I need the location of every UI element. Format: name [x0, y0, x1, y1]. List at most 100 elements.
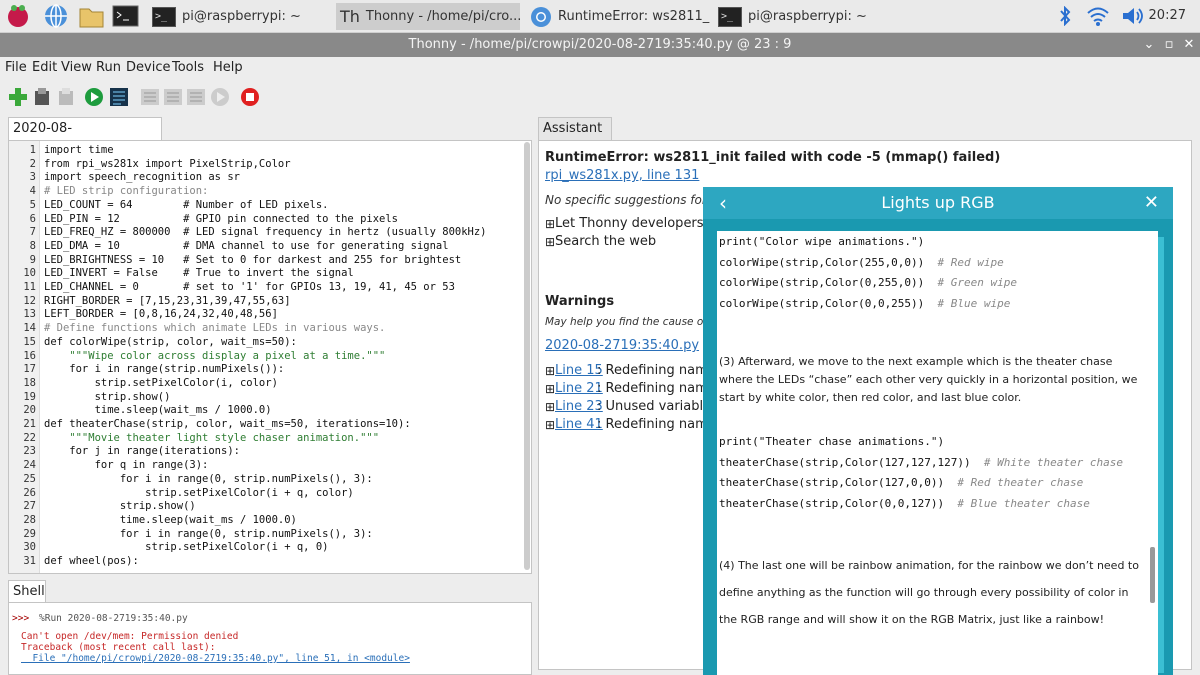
code-text: theaterChase(strip,Color(0,0,127)) — [719, 496, 958, 510]
stop-icon[interactable] — [240, 87, 260, 107]
code-line[interactable]: for q in range(3): — [44, 459, 209, 473]
terminal-icon[interactable] — [112, 3, 139, 30]
warning-line-link[interactable]: Line 23 — [555, 399, 603, 414]
menu-edit[interactable]: Edit — [32, 60, 57, 75]
expand-icon[interactable]: ⊞ — [545, 418, 555, 432]
code-line[interactable]: import speech_recognition as sr — [44, 171, 240, 185]
save-file-icon[interactable] — [56, 87, 76, 107]
browser-icon[interactable] — [43, 3, 70, 30]
code-comment: # Blue wipe — [937, 296, 1011, 310]
step-out-icon[interactable] — [186, 87, 206, 107]
resume-icon[interactable] — [210, 87, 230, 107]
code-line[interactable]: # Define functions which animate LEDs in… — [44, 322, 385, 336]
code-line: colorWipe(strip,Color(255,0,0)) # Red wi… — [719, 256, 1004, 269]
expand-icon[interactable]: ⊞ — [545, 217, 555, 231]
task-chromium[interactable]: RuntimeError: ws2811_i... — [526, 3, 710, 30]
warnings-file-link[interactable]: 2020-08-2719:35:40.py — [545, 338, 699, 353]
menubar: File Edit View Run Device Tools Help — [0, 57, 1200, 79]
code-line[interactable]: for i in range(strip.numPixels()): — [44, 363, 284, 377]
code-line[interactable]: time.sleep(wait_ms / 1000.0) — [44, 514, 297, 528]
let-thonny-devs[interactable]: Let Thonny developers kn — [555, 216, 723, 231]
search-web[interactable]: Search the web — [555, 234, 656, 249]
warning-line-link[interactable]: Line 21 — [555, 381, 603, 396]
popup-scrollbar[interactable] — [1158, 237, 1164, 673]
menu-run[interactable]: Run — [96, 60, 121, 75]
shell-tab[interactable]: Shell — [8, 580, 46, 604]
editor-scrollbar[interactable] — [524, 142, 530, 570]
expand-icon[interactable]: ⊞ — [545, 382, 555, 396]
code-line[interactable]: LEFT_BORDER = [0,8,16,24,32,40,48,56] — [44, 308, 278, 322]
code-line[interactable]: import time — [44, 144, 114, 158]
code-line[interactable]: strip.setPixelColor(i + q, 0) — [44, 541, 328, 555]
code-line[interactable]: # LED strip configuration: — [44, 185, 208, 199]
code-line[interactable]: LED_COUNT = 64 # Number of LED pixels. — [44, 199, 328, 213]
code-line[interactable]: def wheel(pos): — [44, 555, 139, 569]
code-line[interactable]: from rpi_ws281x import PixelStrip,Color — [44, 158, 291, 172]
editor-tab[interactable]: 2020-08-2719:35:40.py ✕ — [8, 117, 162, 158]
menu-file[interactable]: File — [5, 60, 27, 75]
taskbar: >_ pi@raspberrypi: ~ Th Thonny - /home/p… — [0, 0, 1200, 33]
menu-view[interactable]: View — [61, 60, 92, 75]
debug-icon[interactable] — [109, 87, 129, 107]
expand-icon[interactable]: ⊞ — [545, 364, 555, 378]
code-line[interactable]: strip.show() — [44, 500, 196, 514]
line-number: 26 — [23, 486, 36, 499]
shell-traceback-link[interactable]: File "/home/pi/crowpi/2020-08-2719:35:40… — [21, 653, 410, 664]
code-line[interactable]: time.sleep(wait_ms / 1000.0) — [44, 404, 272, 418]
code-line[interactable]: strip.show() — [44, 391, 171, 405]
code-line[interactable]: LED_FREQ_HZ = 800000 # LED signal freque… — [44, 226, 487, 240]
warning-line-link[interactable]: Line 15 — [555, 363, 603, 378]
popup-close-icon[interactable]: ✕ — [1144, 187, 1159, 219]
task-thonny[interactable]: Th Thonny - /home/pi/cro... — [336, 3, 520, 30]
code-comment: # White theater chase — [983, 455, 1123, 469]
run-icon[interactable] — [84, 87, 104, 107]
code-line[interactable]: """Movie theater light style chaser anim… — [44, 432, 379, 446]
code-line[interactable]: for i in range(0, strip.numPixels(), 3): — [44, 528, 373, 542]
code-line[interactable]: for j in range(iterations): — [44, 445, 240, 459]
step-into-icon[interactable] — [163, 87, 183, 107]
new-file-icon[interactable] — [8, 87, 28, 107]
expand-icon[interactable]: ⊞ — [545, 235, 555, 249]
minimize-icon[interactable]: ⌄ — [1139, 33, 1159, 57]
clock[interactable]: 20:27 — [1149, 8, 1186, 23]
menu-tools[interactable]: Tools — [172, 60, 204, 75]
code-line[interactable]: LED_CHANNEL = 0 # set to '1' for GPIOs 1… — [44, 281, 455, 295]
file-manager-icon[interactable] — [78, 3, 105, 30]
code-line[interactable]: strip.setPixelColor(i, color) — [44, 377, 278, 391]
shell-panel[interactable]: >>> %Run 2020-08-2719:35:40.py Can't ope… — [8, 602, 532, 675]
volume-icon[interactable] — [1120, 5, 1144, 27]
line-number: 13 — [23, 308, 36, 321]
bluetooth-icon[interactable] — [1058, 5, 1072, 27]
task-terminal-1[interactable]: >_ pi@raspberrypi: ~ — [148, 3, 333, 30]
code-line[interactable]: LED_BRIGHTNESS = 10 # Set to 0 for darke… — [44, 254, 461, 268]
toolbar — [0, 80, 1200, 113]
step-over-icon[interactable] — [140, 87, 160, 107]
code-line[interactable]: RIGHT_BORDER = [7,15,23,31,39,47,55,63] — [44, 295, 291, 309]
assistant-error-link[interactable]: rpi_ws281x.py, line 131 — [545, 168, 699, 183]
code-line[interactable]: def theaterChase(strip, color, wait_ms=5… — [44, 418, 411, 432]
code-line[interactable]: LED_DMA = 10 # DMA channel to use for ge… — [44, 240, 449, 254]
menu-help[interactable]: Help — [213, 60, 243, 75]
warning-line-link[interactable]: Line 41 — [555, 417, 603, 432]
open-file-icon[interactable] — [32, 87, 52, 107]
code-editor[interactable]: 1 2 3 4 5 6 7 8 9 10 11 12 13 14 15 16 17 18 19 20 21 22 23 24 2… — [8, 140, 532, 574]
code-text: theaterChase(strip,Color(127,0,0)) — [719, 476, 958, 489]
back-chevron-icon[interactable]: ‹ — [719, 187, 727, 219]
window-titlebar[interactable]: Thonny - /home/pi/crowpi/2020-08-2719:35… — [0, 33, 1200, 57]
code-line[interactable]: for i in range(0, strip.numPixels(), 3): — [44, 473, 373, 487]
popup-scroll-thumb[interactable] — [1150, 547, 1155, 603]
menu-device[interactable]: Device — [126, 60, 170, 75]
raspberry-menu-icon[interactable] — [5, 3, 32, 30]
close-icon[interactable]: ✕ — [1179, 33, 1199, 57]
task-terminal-2[interactable]: >_ pi@raspberrypi: ~ — [714, 3, 898, 30]
code-line[interactable]: LED_INVERT = False # True to invert the … — [44, 267, 354, 281]
wifi-icon[interactable] — [1086, 5, 1110, 27]
code-line[interactable]: LED_PIN = 12 # GPIO pin connected to the… — [44, 213, 398, 227]
line-number: 4 — [29, 185, 36, 198]
code-line[interactable]: strip.setPixelColor(i + q, color) — [44, 487, 354, 501]
maximize-icon[interactable]: ▫ — [1159, 33, 1179, 57]
code-line[interactable]: def colorWipe(strip, color, wait_ms=50): — [44, 336, 297, 350]
assistant-tab[interactable]: Assistant — [538, 117, 612, 141]
expand-icon[interactable]: ⊞ — [545, 400, 555, 414]
code-line[interactable]: """Wipe color across display a pixel at … — [44, 350, 385, 364]
